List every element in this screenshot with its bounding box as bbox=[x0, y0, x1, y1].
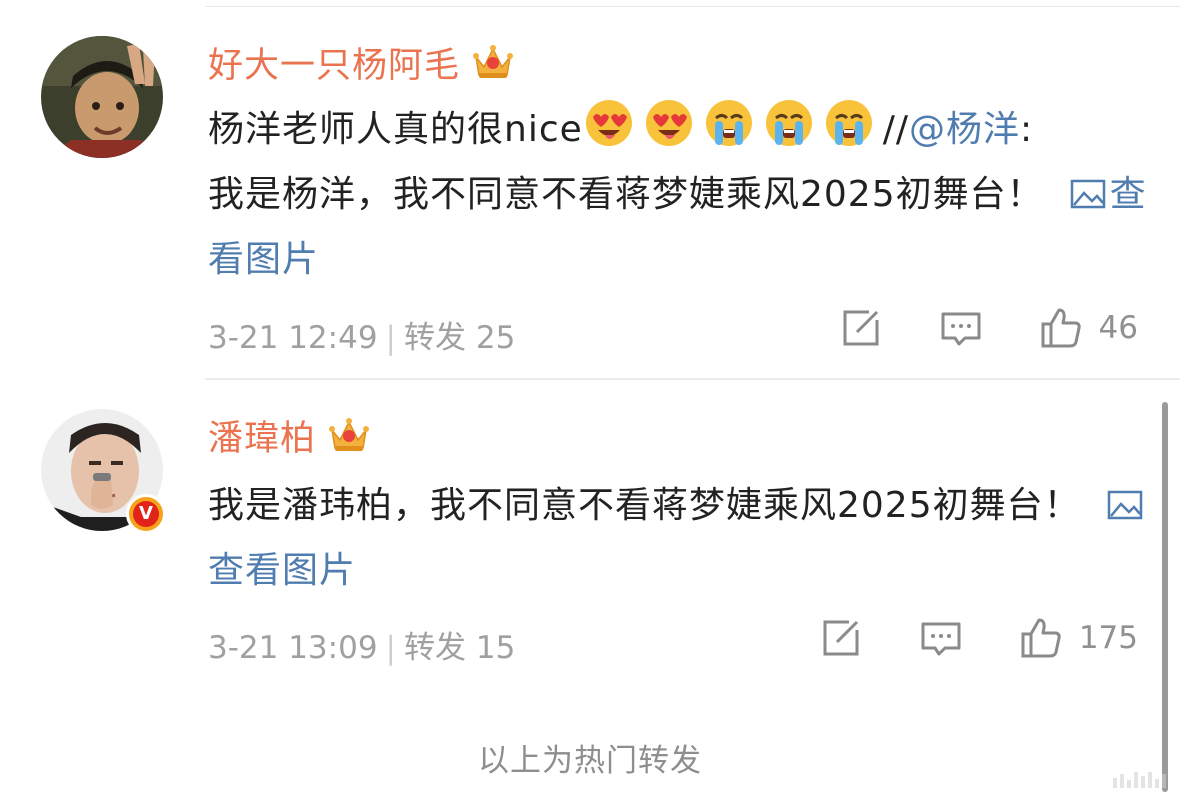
crying-emoji bbox=[703, 97, 755, 149]
thumbs-up-icon[interactable] bbox=[1039, 306, 1083, 350]
image-icon bbox=[1070, 165, 1106, 209]
action-bar: 175 bbox=[819, 616, 1138, 660]
colon: : bbox=[1020, 109, 1034, 150]
comment-item: V 潘瑋柏 我是潘玮柏，我不同意不看蒋梦婕乘风2025初舞台！ 查看图片 3-21… bbox=[0, 380, 1180, 710]
repost-separator: // bbox=[882, 109, 910, 150]
edit-icon[interactable] bbox=[819, 616, 863, 660]
view-image-label[interactable]: 查看图片 bbox=[208, 550, 356, 591]
username-row: 好大一只杨阿毛 bbox=[208, 40, 514, 86]
repost-count[interactable]: 转发 25 bbox=[404, 320, 515, 356]
comment-text: 我是杨洋，我不同意不看蒋梦婕乘风2025初舞台！ bbox=[208, 174, 1044, 215]
username[interactable]: 好大一只杨阿毛 bbox=[208, 37, 460, 88]
timestamp: 3-21 13:09 bbox=[208, 630, 378, 666]
thumbs-up-icon[interactable] bbox=[1019, 616, 1063, 660]
action-bar: 46 bbox=[839, 306, 1138, 350]
heart-eyes-emoji bbox=[583, 97, 635, 149]
verified-badge: V bbox=[126, 494, 166, 534]
meta-separator: | bbox=[385, 320, 396, 356]
mention-link[interactable]: @杨洋 bbox=[909, 109, 1020, 150]
verified-v: V bbox=[133, 501, 159, 527]
username-row: 潘瑋柏 bbox=[208, 413, 370, 459]
repost-count[interactable]: 转发 15 bbox=[404, 630, 515, 666]
like-count: 46 bbox=[1098, 310, 1138, 346]
crying-emoji bbox=[763, 97, 815, 149]
comment-icon[interactable] bbox=[939, 306, 983, 350]
crown-icon bbox=[472, 43, 514, 81]
comment-meta: 3-21 13:09 | 转发 15 bbox=[208, 622, 515, 667]
comment-icon[interactable] bbox=[919, 616, 963, 660]
hot-reposts-footer: 以上为热门转发 bbox=[478, 743, 702, 779]
meta-separator: | bbox=[385, 630, 396, 666]
timestamp: 3-21 12:49 bbox=[208, 320, 378, 356]
crying-emoji bbox=[823, 97, 875, 149]
comment-item: 好大一只杨阿毛 杨洋老师人真的很nice //@杨洋: 我是杨洋，我不同意不看蒋梦婕… bbox=[0, 0, 1180, 380]
comment-body: 杨洋老师人真的很nice //@杨洋: 我是杨洋，我不同意不看蒋梦婕乘风2025初舞… bbox=[208, 97, 1148, 292]
comment-body: 我是潘玮柏，我不同意不看蒋梦婕乘风2025初舞台！ 查看图片 bbox=[208, 473, 1148, 603]
comment-meta: 3-21 12:49 | 转发 25 bbox=[208, 312, 515, 357]
heart-eyes-emoji bbox=[643, 97, 695, 149]
watermark-bars bbox=[1113, 772, 1166, 788]
username[interactable]: 潘瑋柏 bbox=[208, 410, 316, 461]
edit-icon[interactable] bbox=[839, 306, 883, 350]
crown-icon bbox=[328, 416, 370, 454]
comment-text: 我是潘玮柏，我不同意不看蒋梦婕乘风2025初舞台！ bbox=[208, 485, 1081, 526]
like-count: 175 bbox=[1078, 620, 1138, 656]
scrollbar[interactable] bbox=[1162, 402, 1168, 792]
avatar[interactable] bbox=[41, 36, 163, 158]
comment-text: 杨洋老师人真的很nice bbox=[208, 109, 583, 150]
image-icon bbox=[1107, 476, 1143, 520]
